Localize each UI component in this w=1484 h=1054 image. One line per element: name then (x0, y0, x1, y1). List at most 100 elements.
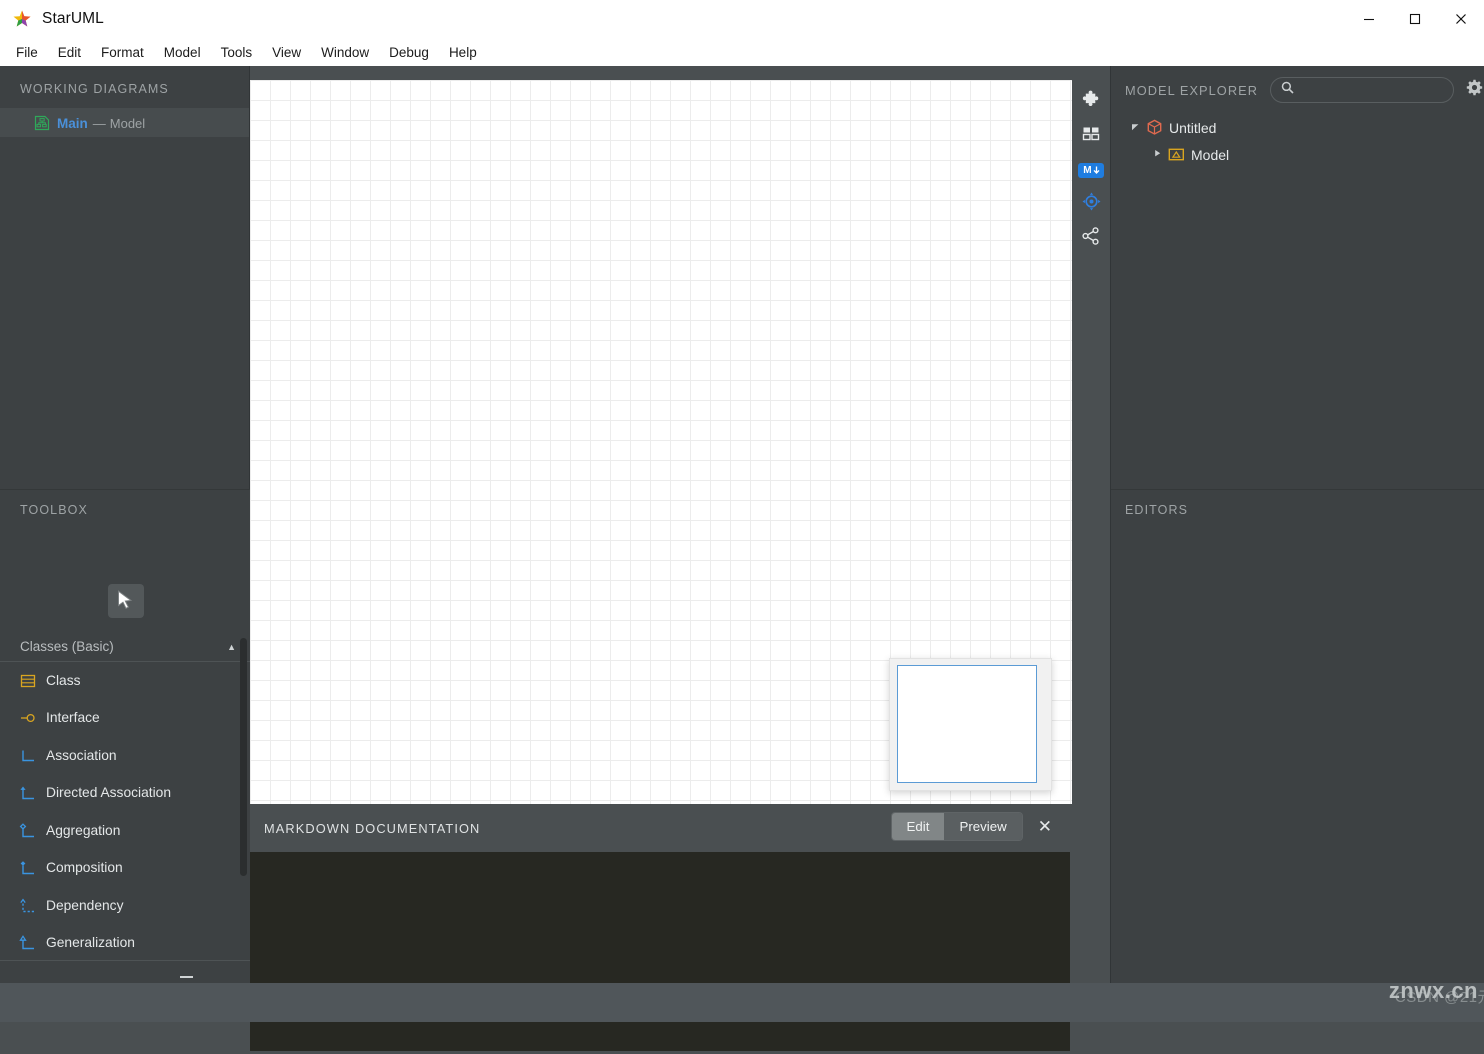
class-diagram-icon (34, 115, 50, 131)
model-icon (1167, 146, 1186, 163)
markdown-tab-preview[interactable]: Preview (944, 813, 1022, 840)
toolbox-item-label: Composition (46, 860, 123, 876)
class-icon (18, 671, 40, 691)
menu-model[interactable]: Model (154, 41, 211, 64)
markdown-badge-label: M (1083, 164, 1092, 176)
chevron-up-icon: ▲ (227, 641, 236, 652)
menu-bar: File Edit Format Model Tools View Window… (0, 38, 1484, 66)
gear-icon[interactable] (1466, 79, 1483, 101)
editors-caption: EDITORS (1125, 503, 1189, 517)
association-icon (18, 746, 40, 766)
markdown-documentation-button[interactable]: M (1072, 153, 1110, 187)
watermark: znwx.cn CSDN @21元无解 (1389, 980, 1484, 1006)
markdown-panel-actions: Edit Preview ✕ (891, 813, 1064, 840)
directed-association-icon (18, 783, 40, 803)
pointer-icon (118, 590, 133, 609)
model-explorer-header: MODEL EXPLORER (1111, 66, 1484, 114)
toolbox-item-label: Directed Association (46, 785, 172, 801)
toolbox-scroll-area[interactable]: Classes (Basic) ▲ Class Interface Associ… (0, 632, 250, 984)
markdown-badge-icon: M (1078, 162, 1104, 178)
close-icon[interactable]: ✕ (1022, 817, 1064, 837)
markdown-mode-toggle: Edit Preview (891, 813, 1022, 840)
toolbox-item-directed-association[interactable]: Directed Association (0, 775, 250, 813)
toolbox-item-association[interactable]: Association (0, 737, 250, 775)
window-controls (1346, 0, 1484, 38)
panel-layout-button[interactable] (1072, 119, 1110, 153)
working-diagrams-caption: WORKING DIAGRAMS (20, 82, 169, 96)
title-bar: StarUML (0, 0, 1484, 38)
extension-manager-button[interactable] (1072, 85, 1110, 119)
working-diagram-separator: — (92, 115, 106, 131)
toolbox-item-label: Association (46, 747, 117, 763)
toolbox-scrollbar-thumb[interactable] (240, 638, 247, 876)
markdown-panel-title: MARKDOWN DOCUMENTATION (264, 820, 481, 836)
toolbox-item-aggregation[interactable]: Aggregation (0, 812, 250, 850)
toolbox-item-composition[interactable]: Composition (0, 850, 250, 888)
dependency-icon (18, 896, 40, 916)
menu-tools[interactable]: Tools (211, 41, 263, 64)
menu-view[interactable]: View (262, 41, 311, 64)
star-icon (12, 9, 32, 29)
aggregation-icon (18, 821, 40, 841)
toolbox-item-label: Generalization (46, 935, 135, 951)
generalization-icon (18, 933, 40, 953)
floating-panel[interactable] (889, 658, 1052, 791)
close-icon[interactable] (1438, 0, 1484, 38)
pointer-tool-button[interactable] (108, 584, 144, 618)
toolbox-item-generalization[interactable]: Generalization (0, 925, 250, 963)
model-explorer-tree: Untitled Model (1111, 114, 1484, 168)
menu-window[interactable]: Window (311, 41, 379, 64)
share-icon (1081, 226, 1101, 251)
composition-icon (18, 858, 40, 878)
quick-edit-button[interactable] (1072, 187, 1110, 221)
project-icon (1145, 119, 1164, 136)
menu-help[interactable]: Help (439, 41, 487, 64)
menu-debug[interactable]: Debug (379, 41, 439, 64)
toolbox-item-dependency[interactable]: Dependency (0, 887, 250, 925)
app-title: StarUML (42, 10, 104, 27)
editors-panel: EDITORS (1111, 489, 1484, 983)
toolbox-item-label: Class (46, 672, 81, 688)
status-bar (0, 983, 1484, 1022)
toolbox-item-label: Dependency (46, 897, 124, 913)
app-shell: WORKING DIAGRAMS Main — Model TOOLBOX Cl… (0, 66, 1484, 1054)
chevron-down-icon[interactable] (1131, 122, 1145, 133)
interface-icon (18, 708, 40, 728)
model-explorer-search[interactable] (1269, 77, 1454, 103)
minimize-icon[interactable] (1346, 0, 1392, 38)
maximize-icon[interactable] (1392, 0, 1438, 38)
tree-item-untitled[interactable]: Untitled (1111, 114, 1484, 141)
relationships-button[interactable] (1072, 221, 1110, 255)
target-icon (1081, 191, 1102, 217)
working-diagram-parent: Model (109, 115, 146, 131)
toolbox-group-classes-basic[interactable]: Classes (Basic) ▲ (0, 632, 250, 662)
tree-item-label: Untitled (1169, 119, 1217, 136)
canvas-tool-rail: M (1072, 80, 1110, 804)
watermark-subtext: CSDN @21元无解 (1394, 989, 1484, 1006)
markdown-tab-edit[interactable]: Edit (891, 813, 945, 840)
search-input[interactable] (1299, 83, 1448, 97)
menu-edit[interactable]: Edit (48, 41, 91, 64)
model-explorer-caption: MODEL EXPLORER (1125, 82, 1258, 98)
working-diagram-item-main[interactable]: Main — Model (0, 108, 249, 137)
toolbox-next-group-strip[interactable] (0, 960, 250, 983)
toolbox-item-label: Aggregation (46, 822, 121, 838)
toolbox-group-label: Classes (Basic) (20, 639, 114, 654)
tree-item-model[interactable]: Model (1111, 141, 1484, 168)
toolbox-item-class[interactable]: Class (0, 662, 250, 700)
right-sidebar: MODEL EXPLORER Untitled Model EDITORS (1110, 66, 1484, 983)
selection-frame[interactable] (897, 665, 1037, 783)
diagram-canvas[interactable] (250, 80, 1072, 804)
working-diagrams-list: Main — Model (0, 108, 249, 137)
chevron-right-icon[interactable] (1153, 149, 1167, 160)
toolbox-caption: TOOLBOX (20, 503, 88, 517)
toolbox-item-interface[interactable]: Interface (0, 700, 250, 738)
working-diagram-name: Main (57, 115, 88, 131)
puzzle-icon (1081, 90, 1101, 115)
menu-file[interactable]: File (6, 41, 48, 64)
grid-layout-icon (1081, 124, 1101, 149)
search-icon (1281, 81, 1294, 99)
markdown-panel-header: MARKDOWN DOCUMENTATION Edit Preview ✕ (250, 804, 1072, 852)
chevron-down-icon (180, 976, 193, 978)
menu-format[interactable]: Format (91, 41, 154, 64)
